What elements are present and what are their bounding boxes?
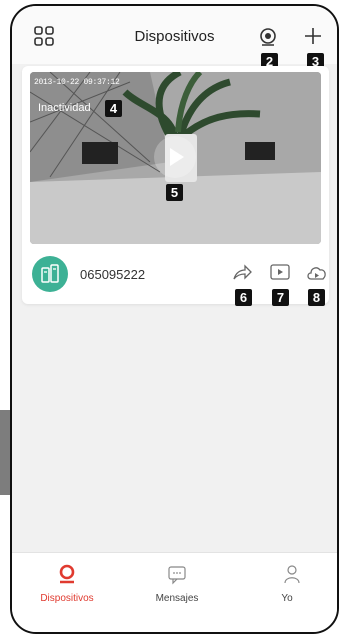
badge-6: 6 xyxy=(235,289,252,306)
nav-dispositivos[interactable]: Dispositivos xyxy=(12,553,122,613)
nav-mensajes[interactable]: Mensajes xyxy=(122,553,232,613)
badge-4: 4 xyxy=(105,100,122,117)
badge-5: 5 xyxy=(166,184,183,201)
top-bar: Dispositivos 2 3 xyxy=(12,6,337,70)
bottom-nav: Dispositivos Mensajes Yo xyxy=(12,552,337,632)
device-name: 065095222 xyxy=(80,267,146,282)
play-button[interactable] xyxy=(154,136,196,178)
status-label: Inactividad xyxy=(38,102,91,114)
message-icon xyxy=(168,566,186,585)
device-avatar[interactable] xyxy=(32,256,68,292)
phone-frame: Dispositivos 2 3 2013-10-22 09:37:12 Ina… xyxy=(10,4,339,634)
nav-label-mensajes: Mensajes xyxy=(155,593,199,604)
badge-7: 7 xyxy=(272,289,289,306)
camera-icon[interactable] xyxy=(258,27,278,52)
page-title: Dispositivos xyxy=(134,28,215,45)
nav-yo[interactable]: Yo xyxy=(232,553,337,613)
nav-label-dispositivos: Dispositivos xyxy=(40,593,94,604)
share-icon[interactable] xyxy=(232,264,252,287)
device-icon xyxy=(41,264,59,283)
cloud-icon[interactable] xyxy=(306,264,328,287)
plus-icon[interactable] xyxy=(304,27,322,50)
device-card: 2013-10-22 09:37:12 Inactividad 4 5 0650… xyxy=(22,66,329,306)
user-icon xyxy=(284,565,300,584)
nav-label-yo: Yo xyxy=(281,593,293,604)
badge-8: 8 xyxy=(308,289,325,306)
device-row: 065095222 6 7 8 xyxy=(30,252,326,306)
video-preview[interactable]: 2013-10-22 09:37:12 Inactividad 4 5 xyxy=(30,72,321,244)
playback-icon[interactable] xyxy=(270,264,290,287)
video-timestamp: 2013-10-22 09:37:12 xyxy=(34,78,120,87)
play-icon xyxy=(170,148,184,166)
home-icon xyxy=(59,564,75,584)
